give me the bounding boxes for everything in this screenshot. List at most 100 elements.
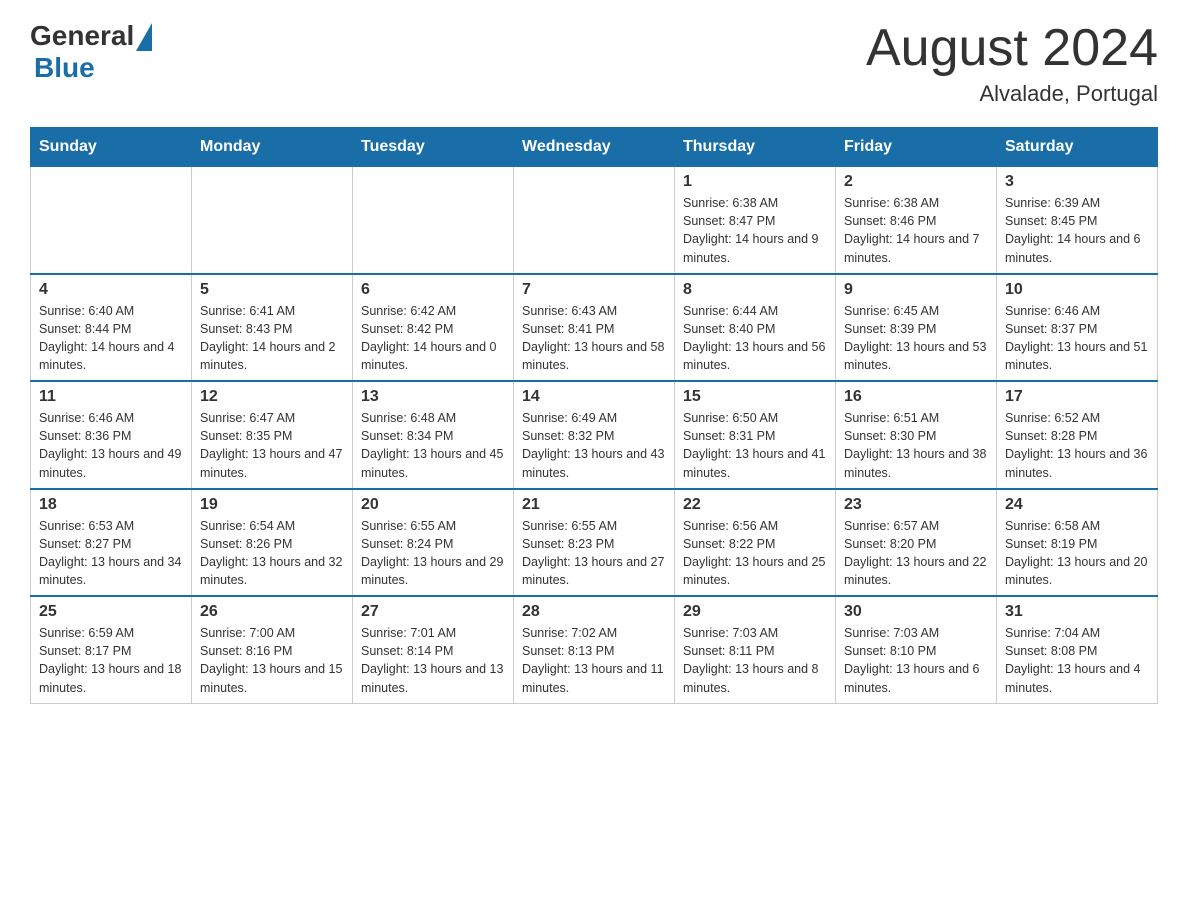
calendar-cell: 5 Sunrise: 6:41 AM Sunset: 8:43 PM Daylig… — [192, 274, 353, 382]
day-number: 22 — [683, 496, 827, 514]
calendar-cell: 17 Sunrise: 6:52 AM Sunset: 8:28 PM Dayli… — [997, 381, 1158, 489]
day-info: Sunrise: 7:02 AM Sunset: 8:13 PM Dayligh… — [522, 624, 666, 697]
title-section: August 2024 Alvalade, Portugal — [866, 20, 1158, 107]
day-number: 8 — [683, 281, 827, 299]
day-info: Sunrise: 6:56 AM Sunset: 8:22 PM Dayligh… — [683, 517, 827, 590]
day-number: 30 — [844, 603, 988, 621]
day-number: 20 — [361, 496, 505, 514]
calendar-cell: 29Sunrise: 7:03 AM Sunset: 8:11 PM Dayli… — [675, 596, 836, 703]
calendar-cell: 19 Sunrise: 6:54 AM Sunset: 8:26 PM Dayli… — [192, 489, 353, 597]
calendar-cell — [353, 167, 514, 274]
day-info: Sunrise: 7:04 AM Sunset: 8:08 PM Dayligh… — [1005, 624, 1149, 697]
calendar-cell: 1 Sunrise: 6:38 AM Sunset: 8:47 PM Daylig… — [675, 167, 836, 274]
page-header: General Blue August 2024 Alvalade, Portu… — [30, 20, 1158, 107]
calendar-week-row: 11 Sunrise: 6:46 AM Sunset: 8:36 PM Dayli… — [31, 381, 1158, 489]
day-info: Sunrise: 7:03 AM Sunset: 8:10 PM Dayligh… — [844, 624, 988, 697]
day-number: 1 — [683, 173, 827, 191]
header-tuesday: Tuesday — [353, 128, 514, 167]
day-info: Sunrise: 6:41 AM Sunset: 8:43 PM Dayligh… — [200, 302, 344, 375]
day-number: 5 — [200, 281, 344, 299]
calendar-cell: 27Sunrise: 7:01 AM Sunset: 8:14 PM Dayli… — [353, 596, 514, 703]
day-number: 24 — [1005, 496, 1149, 514]
day-number: 12 — [200, 388, 344, 406]
header-friday: Friday — [836, 128, 997, 167]
calendar-header-row: SundayMondayTuesdayWednesdayThursdayFrid… — [31, 128, 1158, 167]
day-number: 9 — [844, 281, 988, 299]
calendar-cell: 16 Sunrise: 6:51 AM Sunset: 8:30 PM Dayli… — [836, 381, 997, 489]
calendar-cell: 2 Sunrise: 6:38 AM Sunset: 8:46 PM Daylig… — [836, 167, 997, 274]
day-number: 14 — [522, 388, 666, 406]
calendar-week-row: 25 Sunrise: 6:59 AM Sunset: 8:17 PM Dayli… — [31, 596, 1158, 703]
day-number: 13 — [361, 388, 505, 406]
day-number: 19 — [200, 496, 344, 514]
calendar-cell: 22 Sunrise: 6:56 AM Sunset: 8:22 PM Dayli… — [675, 489, 836, 597]
calendar-cell — [31, 167, 192, 274]
day-info: Sunrise: 6:47 AM Sunset: 8:35 PM Dayligh… — [200, 409, 344, 482]
day-number: 4 — [39, 281, 183, 299]
day-info: Sunrise: 6:39 AM Sunset: 8:45 PM Dayligh… — [1005, 194, 1149, 267]
calendar-week-row: 1 Sunrise: 6:38 AM Sunset: 8:47 PM Daylig… — [31, 167, 1158, 274]
day-info: Sunrise: 7:01 AM Sunset: 8:14 PM Dayligh… — [361, 624, 505, 697]
day-info: Sunrise: 6:55 AM Sunset: 8:23 PM Dayligh… — [522, 517, 666, 590]
day-info: Sunrise: 6:38 AM Sunset: 8:46 PM Dayligh… — [844, 194, 988, 267]
day-number: 16 — [844, 388, 988, 406]
day-number: 26 — [200, 603, 344, 621]
calendar-cell: 26 Sunrise: 7:00 AM Sunset: 8:16 PM Dayli… — [192, 596, 353, 703]
calendar-cell — [192, 167, 353, 274]
day-info: Sunrise: 6:52 AM Sunset: 8:28 PM Dayligh… — [1005, 409, 1149, 482]
calendar-cell: 3 Sunrise: 6:39 AM Sunset: 8:45 PM Daylig… — [997, 167, 1158, 274]
calendar-cell: 25 Sunrise: 6:59 AM Sunset: 8:17 PM Dayli… — [31, 596, 192, 703]
day-number: 3 — [1005, 173, 1149, 191]
day-number: 31 — [1005, 603, 1149, 621]
header-monday: Monday — [192, 128, 353, 167]
day-number: 11 — [39, 388, 183, 406]
day-info: Sunrise: 6:53 AM Sunset: 8:27 PM Dayligh… — [39, 517, 183, 590]
day-number: 25 — [39, 603, 183, 621]
logo-blue-text: Blue — [34, 52, 95, 84]
day-number: 2 — [844, 173, 988, 191]
header-sunday: Sunday — [31, 128, 192, 167]
calendar-cell: 24 Sunrise: 6:58 AM Sunset: 8:19 PM Dayli… — [997, 489, 1158, 597]
calendar-cell: 9 Sunrise: 6:45 AM Sunset: 8:39 PM Daylig… — [836, 274, 997, 382]
calendar-cell: 23Sunrise: 6:57 AM Sunset: 8:20 PM Dayli… — [836, 489, 997, 597]
calendar-cell: 31 Sunrise: 7:04 AM Sunset: 8:08 PM Dayli… — [997, 596, 1158, 703]
calendar-week-row: 18 Sunrise: 6:53 AM Sunset: 8:27 PM Dayli… — [31, 489, 1158, 597]
day-info: Sunrise: 6:46 AM Sunset: 8:36 PM Dayligh… — [39, 409, 183, 482]
calendar-cell: 28 Sunrise: 7:02 AM Sunset: 8:13 PM Dayli… — [514, 596, 675, 703]
day-info: Sunrise: 6:50 AM Sunset: 8:31 PM Dayligh… — [683, 409, 827, 482]
day-info: Sunrise: 6:38 AM Sunset: 8:47 PM Dayligh… — [683, 194, 827, 267]
calendar-cell: 18 Sunrise: 6:53 AM Sunset: 8:27 PM Dayli… — [31, 489, 192, 597]
day-info: Sunrise: 6:46 AM Sunset: 8:37 PM Dayligh… — [1005, 302, 1149, 375]
day-info: Sunrise: 6:40 AM Sunset: 8:44 PM Dayligh… — [39, 302, 183, 375]
day-info: Sunrise: 7:00 AM Sunset: 8:16 PM Dayligh… — [200, 624, 344, 697]
day-info: Sunrise: 6:51 AM Sunset: 8:30 PM Dayligh… — [844, 409, 988, 482]
calendar-cell: 4 Sunrise: 6:40 AM Sunset: 8:44 PM Daylig… — [31, 274, 192, 382]
calendar-cell: 13 Sunrise: 6:48 AM Sunset: 8:34 PM Dayli… — [353, 381, 514, 489]
day-info: Sunrise: 6:54 AM Sunset: 8:26 PM Dayligh… — [200, 517, 344, 590]
day-info: Sunrise: 6:45 AM Sunset: 8:39 PM Dayligh… — [844, 302, 988, 375]
day-number: 23 — [844, 496, 988, 514]
day-info: Sunrise: 7:03 AM Sunset: 8:11 PM Dayligh… — [683, 624, 827, 697]
day-info: Sunrise: 6:58 AM Sunset: 8:19 PM Dayligh… — [1005, 517, 1149, 590]
day-number: 17 — [1005, 388, 1149, 406]
header-saturday: Saturday — [997, 128, 1158, 167]
calendar-cell: 30 Sunrise: 7:03 AM Sunset: 8:10 PM Dayli… — [836, 596, 997, 703]
calendar-cell: 14 Sunrise: 6:49 AM Sunset: 8:32 PM Dayli… — [514, 381, 675, 489]
calendar-cell: 8Sunrise: 6:44 AM Sunset: 8:40 PM Daylig… — [675, 274, 836, 382]
calendar-cell: 15Sunrise: 6:50 AM Sunset: 8:31 PM Dayli… — [675, 381, 836, 489]
day-number: 6 — [361, 281, 505, 299]
day-info: Sunrise: 6:49 AM Sunset: 8:32 PM Dayligh… — [522, 409, 666, 482]
day-number: 10 — [1005, 281, 1149, 299]
day-info: Sunrise: 6:59 AM Sunset: 8:17 PM Dayligh… — [39, 624, 183, 697]
logo: General Blue — [30, 20, 152, 84]
logo-general-text: General — [30, 20, 134, 52]
day-number: 28 — [522, 603, 666, 621]
day-number: 21 — [522, 496, 666, 514]
day-info: Sunrise: 6:43 AM Sunset: 8:41 PM Dayligh… — [522, 302, 666, 375]
calendar-cell: 7Sunrise: 6:43 AM Sunset: 8:41 PM Daylig… — [514, 274, 675, 382]
day-info: Sunrise: 6:42 AM Sunset: 8:42 PM Dayligh… — [361, 302, 505, 375]
calendar-cell: 12 Sunrise: 6:47 AM Sunset: 8:35 PM Dayli… — [192, 381, 353, 489]
header-thursday: Thursday — [675, 128, 836, 167]
day-info: Sunrise: 6:48 AM Sunset: 8:34 PM Dayligh… — [361, 409, 505, 482]
day-number: 18 — [39, 496, 183, 514]
